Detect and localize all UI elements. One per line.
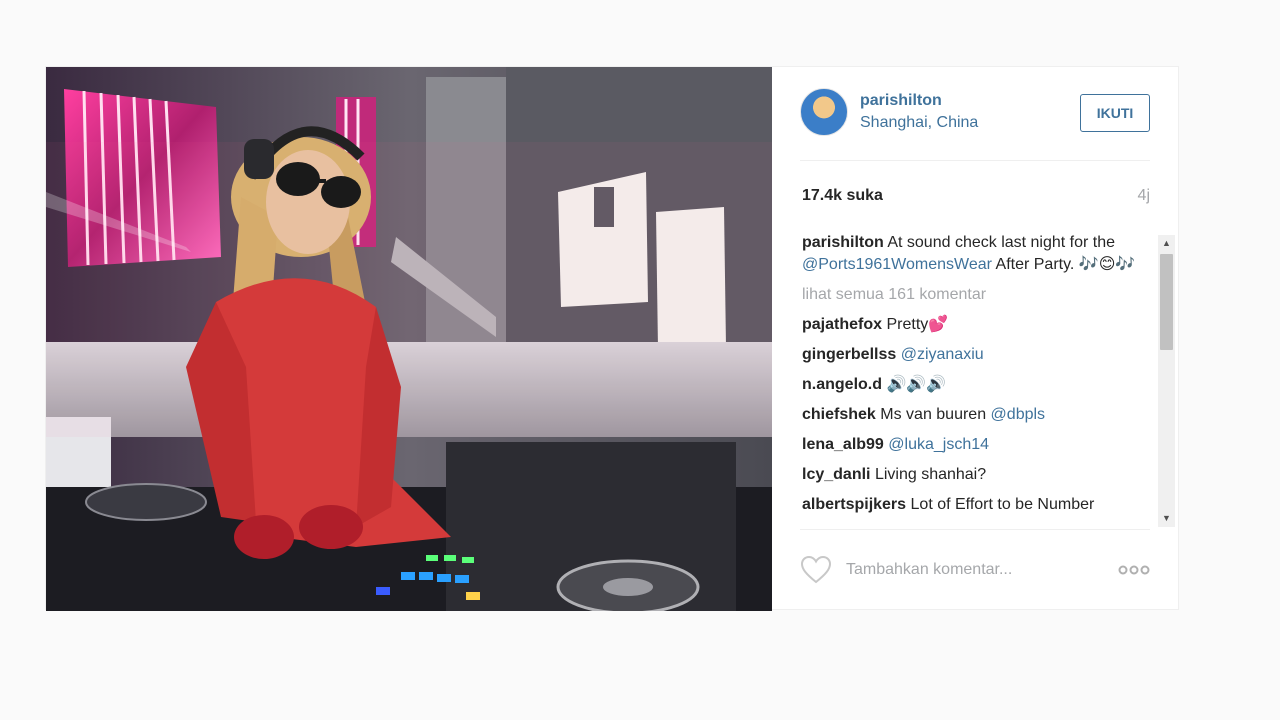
comment-text: Living shanhai? (874, 466, 987, 483)
follow-button[interactable]: IKUTI (1080, 94, 1150, 132)
see-all-comments-link[interactable]: lihat semua 161 komentar (802, 284, 1158, 306)
footer-divider (800, 529, 1150, 530)
scroll-down-arrow-icon[interactable]: ▼ (1158, 510, 1175, 527)
comment-text: 🔊🔊🔊 (886, 376, 947, 393)
comment-username[interactable]: n.angelo.d (802, 376, 882, 393)
comment-item: gingerbellss @ziyanaxiu (802, 344, 1158, 366)
comment-item: albertspijkers Lot of Effort to be Numbe… (802, 494, 1158, 516)
post-time[interactable]: 4j (1138, 187, 1150, 205)
post-side-panel: parishilton Shanghai, China IKUTI 17.4k … (772, 67, 1179, 609)
location-link[interactable]: Shanghai, China (860, 114, 978, 132)
comment-item: chiefshek Ms van buuren @dbpls (802, 404, 1158, 426)
comment-username[interactable]: chiefshek (802, 406, 876, 423)
comment-username[interactable]: lcy_danli (802, 466, 870, 483)
post-photo[interactable] (46, 67, 772, 611)
header-divider (800, 160, 1150, 161)
likes-count[interactable]: 17.4k suka (802, 187, 883, 205)
comment-mention[interactable]: @luka_jsch14 (888, 436, 989, 453)
comment-bar (800, 545, 1150, 593)
comment-username[interactable]: gingerbellss (802, 346, 896, 363)
comment-text: Pretty💕 (886, 316, 949, 333)
comment-mention[interactable]: @ziyanaxiu (901, 346, 984, 363)
comment-text: Lot of Effort to be Number (910, 496, 1095, 513)
comments-scrollbar[interactable]: ▲ ▼ (1158, 235, 1175, 527)
post-card: parishilton Shanghai, China IKUTI 17.4k … (45, 66, 1179, 611)
add-comment-input[interactable] (846, 557, 1106, 583)
dj-photo-illustration (46, 67, 772, 611)
comment-username[interactable]: pajathefox (802, 316, 882, 333)
header-username-link[interactable]: parishilton (860, 92, 942, 110)
comment-username[interactable]: lena_alb99 (802, 436, 884, 453)
comment-text: Ms van buuren (880, 406, 991, 423)
heart-icon[interactable] (800, 555, 832, 585)
comment-mention[interactable]: @dbpls (991, 406, 1046, 423)
caption-text-before: At sound check last night for the (887, 234, 1116, 251)
caption-username[interactable]: parishilton (802, 234, 884, 251)
caption-mention[interactable]: @Ports1961WomensWear (802, 256, 992, 273)
comments-list[interactable]: parishilton At sound check last night fo… (802, 232, 1158, 528)
caption-text-after: After Party. 🎶😊🎶 (991, 256, 1136, 273)
more-options-icon[interactable] (1118, 563, 1150, 577)
comment-item: lena_alb99 @luka_jsch14 (802, 434, 1158, 456)
comment-username[interactable]: albertspijkers (802, 496, 906, 513)
avatar[interactable] (800, 88, 848, 136)
caption: parishilton At sound check last night fo… (802, 232, 1158, 276)
scroll-thumb[interactable] (1160, 254, 1173, 350)
scroll-up-arrow-icon[interactable]: ▲ (1158, 235, 1175, 252)
comment-item: n.angelo.d 🔊🔊🔊 (802, 374, 1158, 396)
post-header: parishilton Shanghai, China IKUTI (800, 88, 1150, 140)
comment-item: lcy_danli Living shanhai? (802, 464, 1158, 486)
comment-item: pajathefox Pretty💕 (802, 314, 1158, 336)
